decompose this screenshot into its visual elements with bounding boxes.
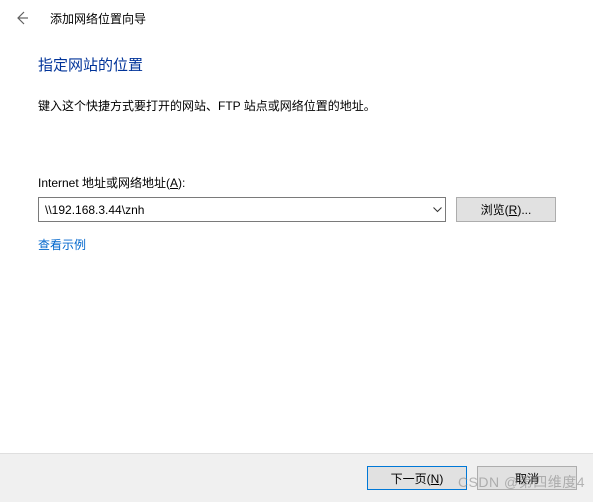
chevron-down-icon[interactable]	[428, 197, 446, 222]
next-button[interactable]: 下一页(N)	[367, 466, 467, 490]
view-examples-link[interactable]: 查看示例	[38, 236, 86, 253]
address-input[interactable]	[38, 197, 446, 222]
address-label: Internet 地址或网络地址(A):	[38, 174, 567, 191]
page-description: 键入这个快捷方式要打开的网站、FTP 站点或网络位置的地址。	[38, 97, 567, 114]
window-title: 添加网络位置向导	[50, 10, 146, 27]
page-heading: 指定网站的位置	[38, 54, 567, 75]
address-combobox[interactable]	[38, 197, 446, 222]
cancel-button[interactable]: 取消	[477, 466, 577, 490]
back-button[interactable]	[12, 8, 32, 28]
browse-button[interactable]: 浏览(R)...	[456, 197, 556, 222]
wizard-footer: 下一页(N) 取消	[0, 453, 593, 502]
